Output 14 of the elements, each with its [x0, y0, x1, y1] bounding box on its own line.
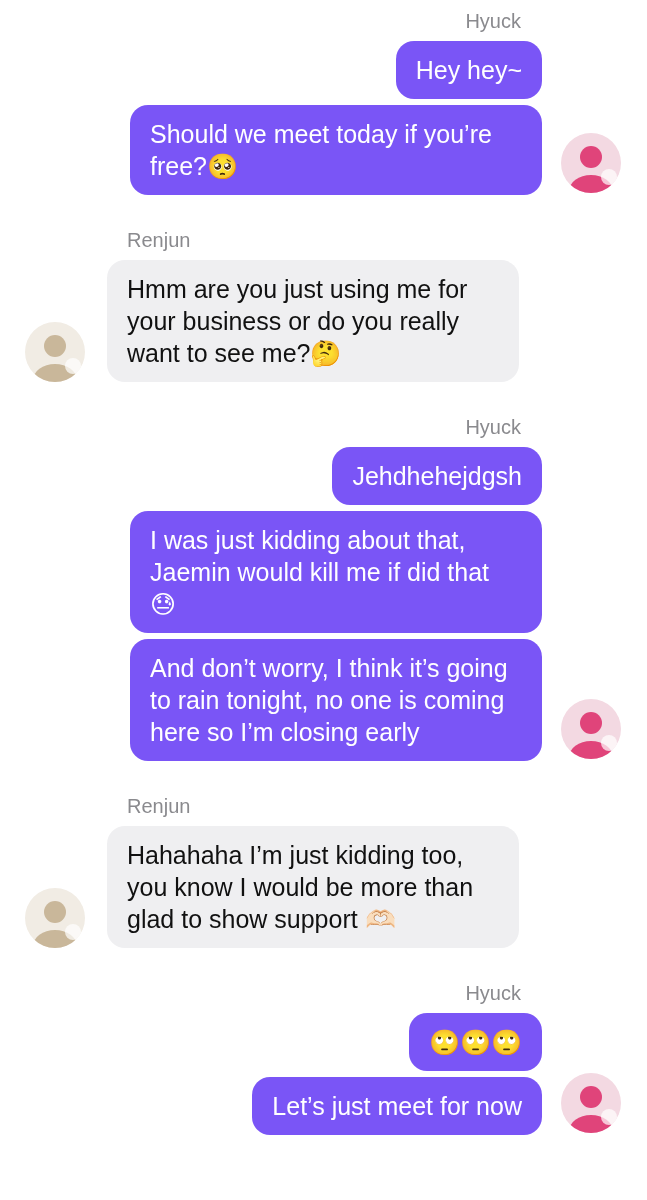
- message-bubble: And don’t worry, I think it’s going to rain tonight, no one is coming here so I’m closing early: [130, 639, 542, 761]
- message-bubble: I was just kidding about that, Jaemin would kill me if did that 😓: [130, 511, 542, 633]
- sender-name: Hyuck: [465, 982, 522, 1005]
- sender-name: Hyuck: [465, 416, 522, 439]
- message-bubble: 🙄🙄🙄: [409, 1013, 542, 1071]
- message-bubble: Should we meet today if you’re free?🥺: [130, 105, 542, 195]
- message-bubble: Hahahaha I’m just kidding too, you know I would be more than glad to show support 🫶🏻: [107, 826, 519, 948]
- message-bubble: Hmm are you just using me for your business or do you really want to see me?🤔: [107, 260, 519, 382]
- message-bubble: Hey hey~: [395, 41, 542, 99]
- sender-name: Renjun: [126, 795, 191, 818]
- sender-name: Renjun: [126, 229, 191, 252]
- message-bubble: Jehdhehejdgsh: [332, 447, 542, 505]
- sender-name: Hyuck: [465, 10, 522, 33]
- message-bubble: Let’s just meet for now: [252, 1077, 542, 1135]
